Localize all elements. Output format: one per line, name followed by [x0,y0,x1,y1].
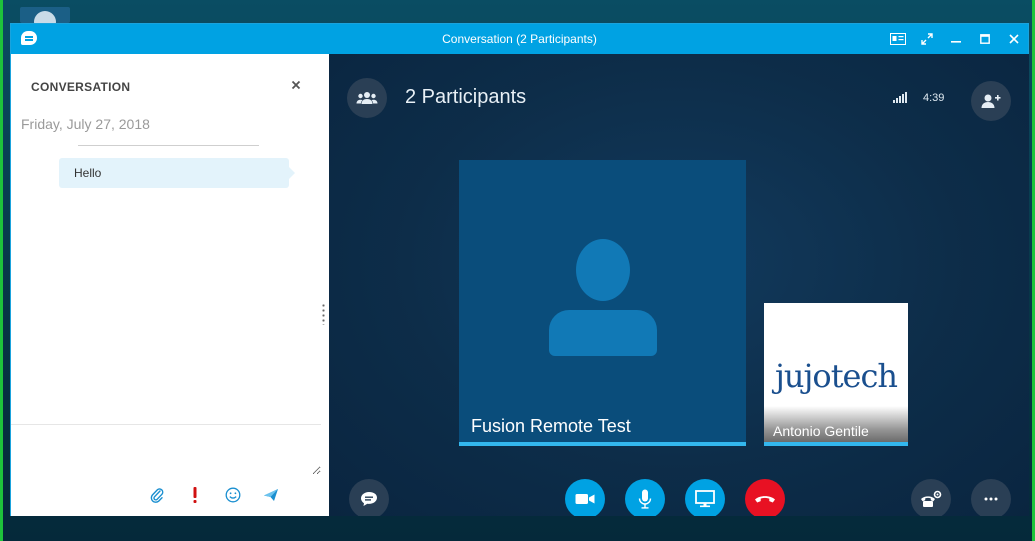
close-icon [291,80,301,90]
close-conversation-pane-button[interactable] [287,76,305,94]
chat-message: Hello [59,158,295,188]
smiley-icon [225,487,241,503]
exclamation-icon [193,487,197,503]
microphone-icon [638,489,652,509]
full-screen-button[interactable] [912,24,941,54]
compact-view-button[interactable] [883,24,912,54]
message-date: Friday, July 27, 2018 [21,116,150,132]
add-participant-button[interactable] [971,81,1011,121]
mark-urgent-button[interactable] [183,483,207,507]
conversation-pane: CONVERSATION Friday, July 27, 2018 Hello [11,54,329,516]
pane-resize-handle[interactable] [322,303,325,325]
desktop-shortcut-icon[interactable] [20,7,70,33]
video-camera-icon [575,494,595,504]
emoticons-button[interactable] [221,483,245,507]
active-speaker-bar [764,442,908,446]
logo-text-part2: otech [812,357,898,395]
window-title: Conversation (2 Participants) [442,32,597,46]
avatar-placeholder-head [576,239,630,301]
active-speaker-bar [459,442,746,446]
conversation-header: CONVERSATION [31,80,131,94]
window-controls [883,24,1028,54]
participant-tile[interactable]: Fusion Remote Test [459,160,746,446]
date-divider [78,145,259,146]
compose-area [11,424,321,516]
mute-button[interactable] [625,479,665,516]
add-person-icon [981,94,1001,108]
call-stage: 2 Participants 4:39 Fusion Remote Test j… [329,54,1029,516]
close-button[interactable] [999,24,1028,54]
paperclip-icon [150,488,164,503]
participant-name: Antonio Gentile [773,423,869,439]
participant-name: Fusion Remote Test [471,416,631,436]
phone-gear-icon [921,490,942,507]
close-icon [1008,34,1019,44]
participants-count-title: 2 Participants [405,86,527,108]
call-controls-button[interactable] [911,479,951,516]
avatar-placeholder-body [549,310,657,356]
more-options-button[interactable] [971,479,1011,516]
compose-toolbar [145,483,283,507]
expand-icon [920,33,933,45]
share-screen-button[interactable] [685,479,725,516]
video-toggle-button[interactable] [565,479,605,516]
send-icon [264,489,278,501]
contact-card-icon [889,33,906,45]
monitor-icon [695,490,715,508]
hang-up-button[interactable] [745,479,785,516]
chat-bubble-icon [361,492,377,506]
ellipsis-icon [984,497,998,501]
minimize-button[interactable] [941,24,970,54]
conversation-window: Conversation (2 Participants) CONVERSATI… [10,23,1029,516]
call-timer: 4:39 [923,92,945,104]
message-input[interactable] [11,425,321,475]
people-icon [356,92,378,104]
attach-file-button[interactable] [145,483,169,507]
minimize-icon [950,41,961,43]
send-message-button[interactable] [259,483,283,507]
participant-tile-self[interactable]: jujotech Antonio Gentile [764,303,908,446]
desktop-border-left [0,0,3,541]
signal-strength-icon [893,91,909,103]
maximize-button[interactable] [970,24,999,54]
logo-text-part1: juj [774,357,813,395]
participant-logo: jujotech [764,357,908,395]
participants-button[interactable] [347,78,387,118]
maximize-icon [979,34,990,44]
hangup-phone-icon [755,496,775,503]
title-bar[interactable]: Conversation (2 Participants) [11,24,1028,54]
show-conversation-button[interactable] [349,479,389,516]
